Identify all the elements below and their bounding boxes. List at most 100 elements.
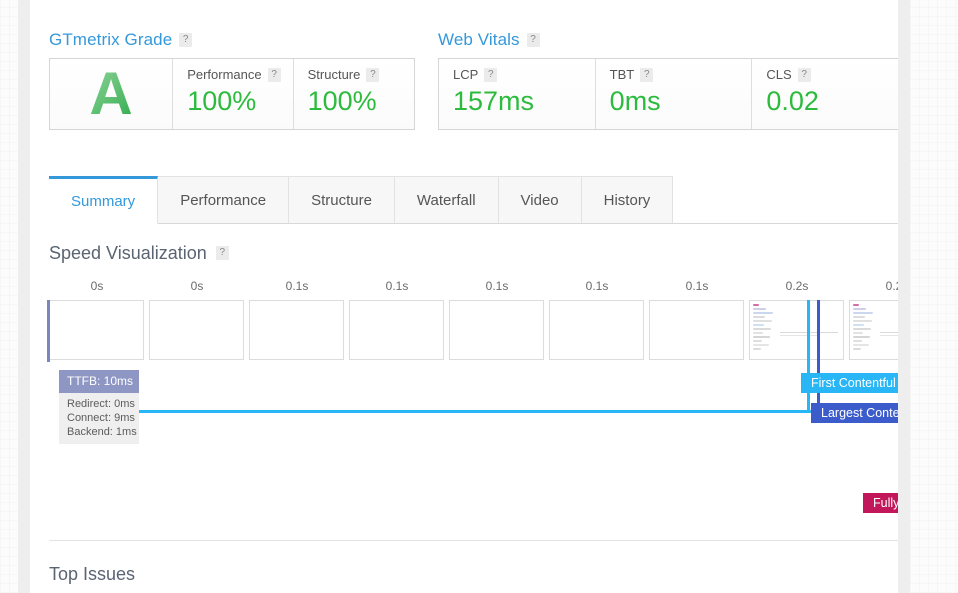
timeline-tick-2: 0.1s — [247, 278, 347, 294]
cls-metric-value: 0.02 — [766, 84, 897, 118]
page-background-right — [910, 0, 958, 593]
web-vitals-help-icon[interactable]: ? — [527, 33, 540, 47]
filmstrip-frame-screenshot-6 — [550, 301, 643, 359]
mini-sidebar-row — [853, 348, 861, 350]
filmstrip-frame-8[interactable] — [749, 300, 844, 360]
ttfb-breakdown-line: Connect: 9ms — [67, 411, 131, 425]
report-content: GTmetrix Grade ? A Performance ? 100% — [30, 0, 898, 593]
tab-structure[interactable]: Structure — [289, 176, 395, 223]
lcp-metric-cell: LCP ? 157ms — [439, 59, 596, 129]
fcp-marker-line — [807, 300, 810, 412]
mini-sidebar-row — [853, 340, 862, 342]
lcp-metric-value: 157ms — [453, 84, 583, 118]
performance-metric-cell: Performance ? 100% — [173, 59, 293, 129]
grade-letter-cell: A — [50, 59, 173, 129]
mini-sidebar — [753, 304, 775, 350]
tab-video[interactable]: Video — [499, 176, 582, 223]
tbt-help-icon[interactable]: ? — [640, 68, 653, 82]
lcp-metric-label: LCP — [453, 67, 478, 83]
mini-content-line — [880, 335, 898, 336]
filmstrip-frame-2[interactable] — [149, 300, 244, 360]
web-vitals-title: Web Vitals ? — [438, 30, 898, 50]
mini-sidebar-row — [753, 312, 773, 314]
event-largest-contentful-paint[interactable]: Largest Contentful Paint: 157ms — [811, 403, 898, 423]
filmstrip-frame-screenshot-3 — [250, 301, 343, 359]
cls-metric-label-row: CLS ? — [766, 67, 897, 83]
timeline-tick-4: 0.1s — [447, 278, 547, 294]
event-fully-loaded[interactable]: Fully Loaded: 215ms — [863, 493, 898, 513]
performance-metric-label-row: Performance ? — [187, 67, 280, 83]
filmstrip-frame-screenshot-9 — [850, 301, 898, 359]
tbt-metric-label: TBT — [610, 67, 635, 83]
mini-content-line — [880, 332, 898, 333]
gtmetrix-grade-help-icon[interactable]: ? — [179, 33, 192, 47]
filmstrip-frame-screenshot-5 — [450, 301, 543, 359]
filmstrip-frame-9[interactable] — [849, 300, 898, 360]
tab-performance[interactable]: Performance — [158, 176, 289, 223]
mini-sidebar-row — [753, 320, 772, 322]
ttfb-breakdown-line: Redirect: 0ms — [67, 397, 131, 411]
mini-sidebar-row — [753, 336, 770, 338]
gtmetrix-grade-title: GTmetrix Grade ? — [49, 30, 415, 50]
mini-sidebar-row — [753, 344, 769, 346]
filmstrip-frame-3[interactable] — [249, 300, 344, 360]
structure-help-icon[interactable]: ? — [366, 68, 379, 82]
tab-waterfall[interactable]: Waterfall — [395, 176, 499, 223]
timeline-tick-7: 0.2s — [747, 278, 847, 294]
ttfb-breakdown: Redirect: 0msConnect: 9msBackend: 1ms — [59, 393, 139, 444]
report-tabs: SummaryPerformanceStructureWaterfallVide… — [49, 176, 898, 224]
top-issues-heading-text: Top Issues — [49, 563, 135, 585]
filmstrip-frame-4[interactable] — [349, 300, 444, 360]
mini-sidebar-row — [853, 316, 865, 318]
lcp-help-icon[interactable]: ? — [484, 68, 497, 82]
tab-history[interactable]: History — [582, 176, 674, 223]
gtmetrix-grade-group: GTmetrix Grade ? A Performance ? 100% — [49, 30, 415, 130]
ttfb-title: TTFB: 10ms — [59, 370, 139, 393]
filmstrip-frame-screenshot-1 — [50, 301, 143, 359]
lcp-metric-label-row: LCP ? — [453, 67, 583, 83]
filmstrip-frame-screenshot-2 — [150, 301, 243, 359]
lcp-marker-line — [817, 300, 820, 412]
speed-visualization-help-icon[interactable]: ? — [216, 246, 229, 260]
mini-sidebar-row — [853, 336, 870, 338]
timeline-tick-5: 0.1s — [547, 278, 647, 294]
filmstrip-frame-screenshot-8 — [750, 301, 843, 359]
filmstrip-frame-5[interactable] — [449, 300, 544, 360]
timeline-tick-labels: 0s0s0.1s0.1s0.1s0.1s0.1s0.2s0.2s — [49, 278, 898, 300]
mini-sidebar-row — [753, 304, 759, 306]
timeline-tick-3: 0.1s — [347, 278, 447, 294]
timeline-tick-8: 0.2s — [847, 278, 898, 294]
mini-sidebar-row — [753, 316, 765, 318]
performance-help-icon[interactable]: ? — [268, 68, 281, 82]
mini-sidebar-row — [753, 348, 761, 350]
structure-metric-label: Structure — [308, 67, 361, 83]
web-vitals-card: LCP ? 157ms TBT ? 0ms CL — [438, 58, 898, 130]
structure-metric-cell: Structure ? 100% — [294, 59, 414, 129]
timeline-tick-6: 0.1s — [647, 278, 747, 294]
filmstrip-frame-screenshot-4 — [350, 301, 443, 359]
mini-sidebar-row — [853, 332, 863, 334]
filmstrip-frame-1[interactable] — [49, 300, 144, 360]
web-vitals-title-text: Web Vitals — [438, 30, 520, 50]
structure-metric-value: 100% — [308, 84, 402, 118]
mini-sidebar-row — [753, 332, 763, 334]
mini-sidebar-row — [853, 320, 872, 322]
speed-visualization-heading-text: Speed Visualization — [49, 242, 207, 264]
mini-sidebar-row — [753, 340, 762, 342]
event-first-contentful-paint[interactable]: First Contentful Paint: 157ms — [801, 373, 898, 393]
cls-help-icon[interactable]: ? — [798, 68, 811, 82]
filmstrip-frame-7[interactable] — [649, 300, 744, 360]
cls-metric-label: CLS — [766, 67, 791, 83]
mini-sidebar-row — [853, 324, 864, 326]
filmstrip-frame-6[interactable] — [549, 300, 644, 360]
tab-summary[interactable]: Summary — [49, 176, 158, 224]
mini-sidebar-row — [753, 324, 764, 326]
performance-metric-label: Performance — [187, 67, 261, 83]
mini-sidebar-row — [853, 308, 866, 310]
mini-sidebar — [853, 304, 875, 350]
ttfb-tooltip: TTFB: 10ms Redirect: 0msConnect: 9msBack… — [59, 370, 139, 444]
ttfb-start-marker — [47, 300, 50, 362]
tbt-metric-label-row: TBT ? — [610, 67, 740, 83]
timeline-baseline — [107, 410, 898, 413]
top-issues-heading: Top Issues — [49, 563, 135, 585]
